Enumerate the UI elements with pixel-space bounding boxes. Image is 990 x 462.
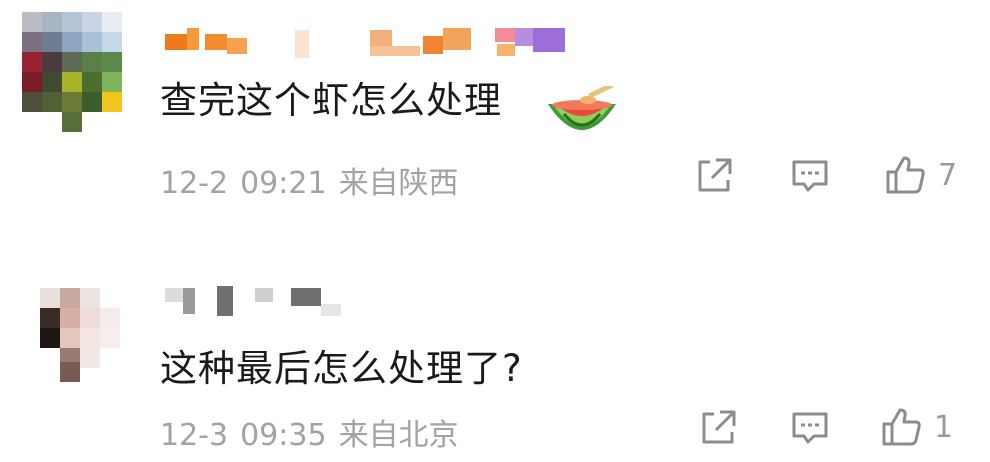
like-count: 1 <box>934 409 954 445</box>
comment-meta: 12-3 09:35 来自北京 <box>160 410 471 454</box>
comment-date: 12-2 <box>160 166 229 201</box>
username-blurred[interactable] <box>165 286 355 316</box>
comment-icon <box>792 160 828 192</box>
comment-time: 09:35 <box>240 418 327 453</box>
comment-text: 查完这个虾怎么处理 <box>160 79 502 122</box>
reply-button[interactable] <box>790 156 830 196</box>
thumbs-up-icon <box>886 156 925 194</box>
share-icon <box>698 158 732 192</box>
share-button[interactable] <box>694 156 734 196</box>
comment-meta: 12-2 09:21 来自陕西 <box>160 158 471 202</box>
username-blurred[interactable] <box>165 28 595 58</box>
like-button[interactable]: 1 <box>880 406 953 448</box>
comment-date: 12-3 <box>160 418 229 453</box>
avatar[interactable] <box>22 12 142 132</box>
comment-location: 来自陕西 <box>338 166 459 201</box>
thumbs-up-icon <box>882 408 921 446</box>
like-count: 7 <box>938 157 958 193</box>
comment-time: 09:21 <box>240 166 327 201</box>
avatar[interactable] <box>22 288 132 382</box>
share-button[interactable] <box>698 408 738 448</box>
watermelon-icon <box>544 83 620 148</box>
reply-button[interactable] <box>790 408 830 448</box>
comment-icon <box>792 412 828 444</box>
comment-text: 这种最后怎么处理了? <box>160 347 523 390</box>
like-button[interactable]: 7 <box>884 154 957 196</box>
share-icon <box>702 410 736 444</box>
comment-location: 来自北京 <box>338 418 459 453</box>
